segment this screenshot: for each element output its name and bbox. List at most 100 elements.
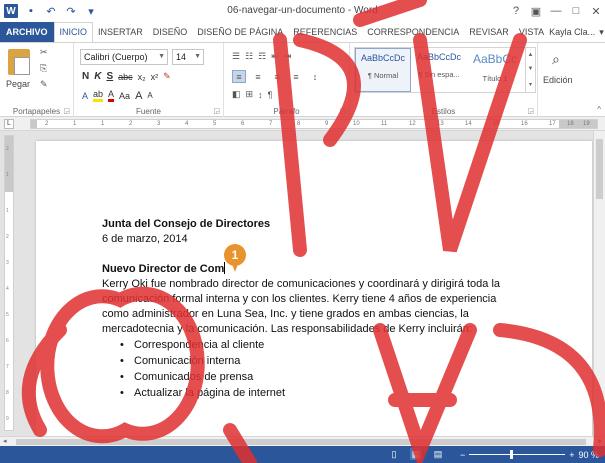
ribbon-tab-row: ARCHIVO INICIO INSERTAR DISEÑO DISEÑO DE… bbox=[0, 22, 605, 42]
font-color-row: A ab A Aa A A bbox=[82, 89, 153, 102]
tab-vista[interactable]: VISTA bbox=[514, 22, 549, 42]
align-left-icon[interactable]: ≡ bbox=[232, 70, 246, 83]
justify-icon[interactable]: ≡ bbox=[289, 70, 303, 83]
zoom-slider-knob[interactable] bbox=[510, 450, 514, 459]
bullet-icon: • bbox=[120, 371, 124, 383]
ruler-tick: 4 bbox=[185, 121, 189, 127]
vruler-tick: 3 bbox=[6, 260, 9, 266]
styles-scroll[interactable]: ▲ ▼ ▾ bbox=[526, 47, 536, 93]
scrollbar-thumb[interactable] bbox=[596, 139, 603, 199]
help-button[interactable]: ? bbox=[509, 5, 523, 17]
paste-button-label[interactable]: Pegar bbox=[6, 79, 30, 89]
ruler-tick: 8 bbox=[297, 121, 301, 127]
zoom-slider[interactable] bbox=[469, 450, 566, 459]
shading-icon[interactable]: ◧ bbox=[232, 89, 241, 100]
change-case-button[interactable]: Aa bbox=[119, 91, 130, 101]
highlight-button[interactable]: ab bbox=[93, 89, 104, 102]
zoom-level[interactable]: 90 % bbox=[579, 450, 600, 460]
vertical-ruler[interactable]: 2 1 1 2 3 4 5 6 7 8 9 bbox=[4, 135, 14, 431]
ruler-tick: 12 bbox=[409, 121, 416, 127]
scroll-up-icon[interactable]: ▲ bbox=[528, 52, 534, 58]
strikethrough-button[interactable]: abc bbox=[118, 72, 133, 82]
shrink-font-button[interactable]: A bbox=[147, 91, 152, 100]
user-account[interactable]: Kayla Cla... ▾ bbox=[549, 24, 605, 40]
tab-diseno[interactable]: DISEÑO bbox=[148, 22, 193, 42]
align-right-icon[interactable]: ≡ bbox=[270, 70, 284, 83]
vruler-tick: 7 bbox=[6, 364, 9, 370]
ribbon-display-button[interactable]: ▣ bbox=[529, 5, 543, 18]
list-item: • Comunicación interna bbox=[120, 353, 552, 369]
tab-archivo[interactable]: ARCHIVO bbox=[0, 22, 54, 42]
format-painter-icon[interactable]: ✎ bbox=[40, 79, 48, 90]
paragraph-misc-row: ◧ ⊞ ↕ ¶ bbox=[232, 89, 272, 100]
underline-button[interactable]: S bbox=[106, 71, 113, 82]
customize-qat-icon[interactable]: ▾ bbox=[84, 4, 98, 18]
line-spacing-icon[interactable]: ↕ bbox=[308, 70, 322, 83]
dialog-launcher-icon[interactable]: ◲ bbox=[527, 107, 534, 115]
zoom-in-button[interactable]: + bbox=[569, 450, 574, 460]
style-normal[interactable]: AaBbCcDc ¶ Normal bbox=[355, 48, 411, 92]
style-no-spacing[interactable]: AaBbCcDc ¶ Sin espa... bbox=[411, 48, 467, 92]
editing-button-label[interactable]: Edición bbox=[543, 75, 573, 85]
increase-indent-icon[interactable]: ⇥ bbox=[284, 51, 292, 62]
tab-insertar[interactable]: INSERTAR bbox=[93, 22, 148, 42]
tab-referencias[interactable]: REFERENCIAS bbox=[288, 22, 362, 42]
tab-inicio[interactable]: INICIO bbox=[53, 22, 94, 42]
scrollbar-thumb[interactable] bbox=[16, 439, 586, 445]
binoculars-icon[interactable]: ⌕ bbox=[552, 51, 560, 68]
horizontal-scrollbar[interactable]: ◂ ▸ bbox=[0, 436, 605, 446]
dialog-launcher-icon[interactable]: ◲ bbox=[63, 107, 70, 115]
tab-correspondencia[interactable]: CORRESPONDENCIA bbox=[362, 22, 464, 42]
borders-icon[interactable]: ⊞ bbox=[246, 89, 254, 100]
decrease-indent-icon[interactable]: ⇤ bbox=[271, 51, 279, 62]
tab-diseno-pagina[interactable]: DISEÑO DE PÁGINA bbox=[192, 22, 288, 42]
numbering-icon[interactable]: ☷ bbox=[245, 51, 253, 62]
align-center-icon[interactable]: ≡ bbox=[251, 70, 265, 83]
dialog-launcher-icon[interactable]: ◲ bbox=[213, 107, 220, 115]
tab-selector[interactable]: L bbox=[4, 119, 14, 129]
style-heading-1[interactable]: AaBbCc Título 1 bbox=[467, 48, 523, 92]
vertical-scrollbar[interactable] bbox=[593, 131, 605, 436]
bold-button[interactable]: N bbox=[82, 71, 89, 82]
clipboard-group-label: Portapapeles bbox=[12, 107, 61, 116]
tab-revisar[interactable]: REVISAR bbox=[464, 22, 514, 42]
close-button[interactable]: ✕ bbox=[589, 5, 603, 18]
redo-icon[interactable]: ↷ bbox=[64, 4, 78, 18]
minimize-button[interactable]: — bbox=[549, 5, 563, 17]
font-color-button[interactable]: A bbox=[108, 89, 115, 102]
multilevel-list-icon[interactable]: ☶ bbox=[258, 51, 266, 62]
save-icon[interactable]: ▪ bbox=[24, 4, 38, 18]
copy-icon[interactable]: ⎘ bbox=[40, 63, 47, 74]
ruler-track[interactable]: 2 1 1 2 3 4 5 6 7 8 9 10 11 12 13 14 15 … bbox=[30, 119, 598, 129]
print-layout-icon[interactable]: ▦ bbox=[410, 448, 422, 460]
subscript-button[interactable]: x₂ bbox=[138, 72, 146, 82]
word-logo-icon[interactable]: W bbox=[4, 4, 18, 18]
sort-icon[interactable]: ↕ bbox=[258, 90, 263, 100]
superscript-button[interactable]: x² bbox=[151, 72, 159, 82]
show-formatting-icon[interactable]: ¶ bbox=[268, 90, 273, 100]
cut-icon[interactable]: ✂ bbox=[40, 47, 48, 58]
scroll-down-icon[interactable]: ▼ bbox=[528, 66, 534, 72]
clear-format-icon[interactable]: ✎ bbox=[163, 71, 171, 82]
document-body[interactable]: Junta del Consejo de Directores 6 de mar… bbox=[102, 217, 552, 401]
font-family-select[interactable]: Calibri (Cuerpo) ▼ bbox=[80, 49, 168, 65]
list-item: • Correspondencia al cliente bbox=[120, 337, 552, 353]
italic-button[interactable]: K bbox=[94, 71, 101, 82]
bullets-icon[interactable]: ☰ bbox=[232, 51, 240, 62]
zoom-out-button[interactable]: − bbox=[460, 450, 465, 460]
font-group: Calibri (Cuerpo) ▼ 14 ▼ N K S abc x₂ x² … bbox=[74, 43, 224, 118]
font-size-select[interactable]: 14 ▼ bbox=[172, 49, 204, 65]
collapse-ribbon-icon[interactable]: ^ bbox=[597, 105, 601, 114]
document-page[interactable]: Junta del Consejo de Directores 6 de mar… bbox=[36, 141, 592, 436]
paste-icon[interactable] bbox=[8, 49, 30, 75]
read-mode-icon[interactable]: ▯ bbox=[388, 448, 400, 460]
web-layout-icon[interactable]: ▤ bbox=[432, 448, 444, 460]
vruler-tick: 2 bbox=[6, 234, 9, 240]
dialog-launcher-icon[interactable]: ◲ bbox=[339, 107, 346, 115]
undo-icon[interactable]: ↶ bbox=[44, 4, 58, 18]
text-effects-button[interactable]: A bbox=[82, 91, 88, 101]
title-bar: W ▪ ↶ ↷ ▾ 06-navegar-un-documento - Word… bbox=[0, 0, 605, 22]
grow-font-button[interactable]: A bbox=[135, 90, 142, 102]
maximize-button[interactable]: □ bbox=[569, 5, 583, 17]
more-styles-icon[interactable]: ▾ bbox=[529, 81, 532, 88]
